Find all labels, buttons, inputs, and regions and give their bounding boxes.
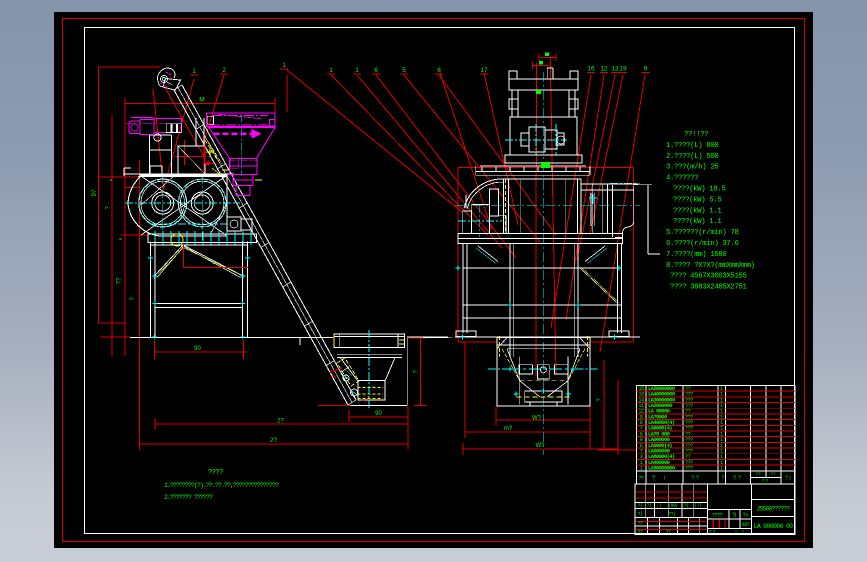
- svg-text:? |: ? |: [785, 476, 790, 482]
- svg-text:90: 90: [194, 346, 201, 352]
- svg-text:|?|: |?|: [694, 503, 701, 509]
- svg-text:W?: W?: [532, 416, 542, 422]
- svg-text:?|: ?|: [638, 503, 643, 509]
- svg-text:????(kW) 1.1: ????(kW) 1.1: [673, 218, 722, 226]
- svg-text:??: ??: [666, 529, 671, 535]
- svg-text:2.??????? ??????: 2.??????? ??????: [164, 494, 213, 501]
- svg-text:????(kW) 5.5: ????(kW) 5.5: [673, 196, 721, 204]
- svg-text:1: 1: [282, 62, 286, 69]
- svg-text:M: M: [199, 97, 204, 104]
- svg-text:4.??????: 4.??????: [666, 175, 698, 183]
- svg-text:2?: 2?: [277, 419, 284, 425]
- svg-text:?|: ?|: [732, 513, 736, 519]
- svg-text:|: |: [735, 529, 736, 535]
- svg-text:??: ??: [638, 529, 643, 535]
- svg-text:2.????(L) 500: 2.????(L) 500: [666, 153, 718, 161]
- svg-text:?: ?: [722, 476, 725, 482]
- svg-text:|99|: |99|: [668, 503, 678, 509]
- svg-text:??: ??: [755, 472, 761, 477]
- svg-text:1.????(L) 800: 1.????(L) 800: [666, 142, 718, 150]
- svg-text:1: 1: [355, 67, 359, 74]
- svg-text:? ?: ? ?: [709, 529, 716, 535]
- svg-text:1.????????(?).??.??.??,???????: 1.????????(?).??.??.??,???????????????: [164, 482, 279, 489]
- svg-text:LA 000000 00: LA 000000 00: [754, 523, 794, 530]
- svg-text:2: 2: [222, 67, 226, 74]
- svg-text:|: |: [742, 529, 743, 535]
- svg-text:W?: W?: [536, 443, 546, 449]
- svg-text:7?: 7?: [117, 277, 123, 284]
- svg-text:????: ????: [712, 513, 723, 519]
- svg-text:???: ???: [685, 466, 693, 472]
- svg-text:,|: ,|: [657, 503, 662, 509]
- svg-text:??: ??: [638, 476, 644, 482]
- svg-text:?|: ?|: [638, 511, 643, 517]
- svg-text:???? 3883X2485X2751: ???? 3883X2485X2751: [670, 284, 748, 292]
- svg-text:LA50000000: LA50000000: [648, 465, 676, 472]
- svg-text:? ?: ? ?: [691, 476, 699, 482]
- svg-text:1: 1: [329, 67, 333, 74]
- svg-text:6: 6: [374, 67, 378, 74]
- svg-text:=: =: [212, 261, 216, 267]
- svg-text:???? 4567X3003X5155: ???? 4567X3003X5155: [670, 273, 747, 281]
- svg-text:6: 6: [437, 67, 441, 74]
- svg-text:12: 12: [600, 66, 608, 73]
- svg-text:16: 16: [587, 66, 595, 73]
- svg-text:5.??????(r/min) 78: 5.??????(r/min) 78: [666, 229, 739, 237]
- svg-text:JS500??????: JS500??????: [756, 506, 790, 513]
- svg-text:??|: ??|: [668, 511, 675, 517]
- svg-text:6.????(r/min) 37.6: 6.????(r/min) 37.6: [666, 240, 739, 248]
- svg-text:=: =: [110, 178, 113, 184]
- svg-text:8.???? ?X?X?(mmXmmXmm): 8.???? ?X?X?(mmXmmXmm): [666, 262, 755, 270]
- svg-text:??: ??: [638, 521, 643, 527]
- svg-text:????: ????: [208, 469, 223, 477]
- svg-text:17: 17: [480, 67, 488, 74]
- svg-text:??!!??: ??!!??: [684, 131, 708, 139]
- svg-text:16?: 16?: [742, 522, 750, 528]
- svg-text:9?: 9?: [92, 189, 98, 196]
- svg-text:? ?: ? ?: [733, 476, 741, 482]
- svg-text:2?: 2?: [270, 438, 277, 444]
- svg-text:5: 5: [402, 67, 406, 74]
- svg-text:????(kW) 1.1: ????(kW) 1.1: [673, 207, 722, 215]
- svg-text:=: =: [119, 237, 122, 243]
- svg-text:????(kW) 18.5: ????(kW) 18.5: [673, 186, 725, 194]
- svg-text:1: 1: [192, 68, 196, 75]
- svg-text:??: ??: [770, 472, 776, 477]
- svg-text:1: 1: [720, 466, 723, 472]
- svg-text:?>: ?>: [743, 513, 749, 519]
- svg-text:3.???(m/h) 25: 3.???(m/h) 25: [666, 164, 718, 172]
- svg-text:1: 1: [640, 466, 643, 472]
- svg-text:? ?: ? ?: [762, 478, 769, 483]
- svg-text:9: 9: [644, 66, 648, 73]
- svg-text:m?: m?: [504, 426, 513, 432]
- svg-text:?: ?: [652, 476, 655, 482]
- svg-text:7.????(mm) 1680: 7.????(mm) 1680: [666, 251, 726, 259]
- svg-text:13: 13: [611, 66, 619, 73]
- svg-text:90: 90: [375, 411, 382, 417]
- svg-text:?|: ?|: [684, 503, 689, 509]
- svg-text:19: 19: [619, 66, 627, 73]
- svg-text:?|: ?|: [647, 503, 652, 509]
